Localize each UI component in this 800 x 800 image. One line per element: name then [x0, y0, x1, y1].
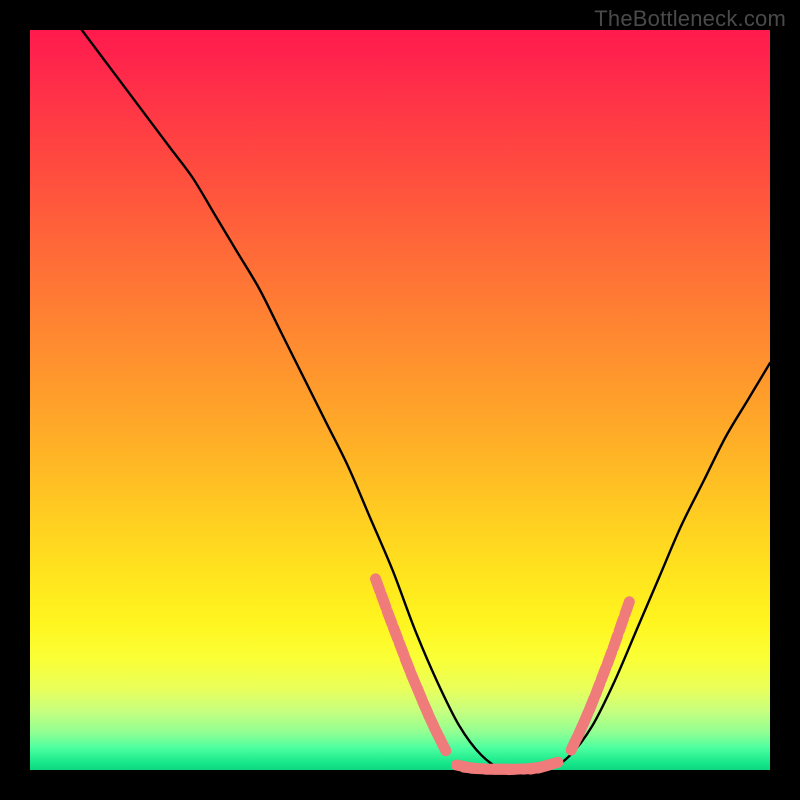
overlay-dash [601, 668, 606, 680]
chart-container: TheBottleneck.com [0, 0, 800, 800]
overlay-dash [545, 762, 557, 766]
overlay-dash [376, 579, 380, 591]
overlay-dash [613, 636, 617, 648]
overlay-dash [619, 619, 623, 631]
overlay-dash [440, 739, 446, 751]
chart-svg [30, 30, 770, 770]
overlay-dash [381, 595, 385, 607]
overlay-dash [393, 627, 398, 639]
overlay-dash [595, 683, 600, 695]
overlay-dash [399, 643, 404, 655]
overlay-dash [607, 652, 611, 664]
overlay-dash [387, 611, 392, 623]
overlay-dash [625, 602, 629, 614]
plot-area [30, 30, 770, 770]
watermark-text: TheBottleneck.com [594, 6, 786, 32]
bottleneck-curve [82, 30, 770, 771]
